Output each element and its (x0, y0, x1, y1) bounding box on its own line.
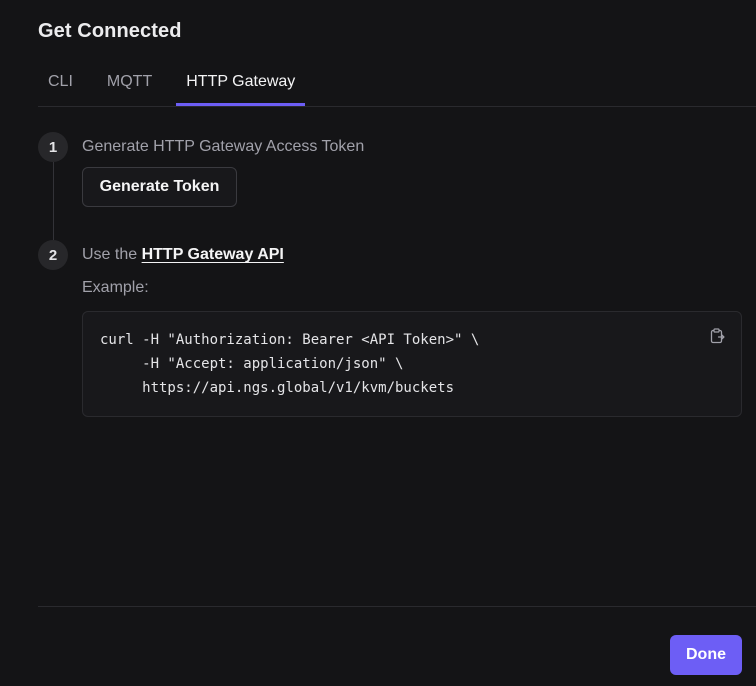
dialog-title: Get Connected (38, 20, 182, 42)
step-2-text-prefix: Use the (82, 246, 142, 263)
generate-token-button[interactable]: Generate Token (82, 167, 237, 207)
code-line: https://api.ngs.global/v1/kvm/buckets (100, 380, 455, 396)
tab-bar: CLI MQTT HTTP Gateway (38, 58, 756, 107)
step-connector-line (53, 162, 54, 240)
code-line: curl -H "Authorization: Bearer <API Toke… (100, 332, 480, 348)
code-block: curl -H "Authorization: Bearer <API Toke… (82, 311, 742, 417)
footer-divider (38, 606, 756, 607)
clipboard-icon[interactable] (709, 328, 725, 344)
tab-cli[interactable]: CLI (38, 58, 83, 105)
tab-http-gateway[interactable]: HTTP Gateway (176, 58, 306, 106)
step-1-number: 1 (38, 132, 68, 162)
tab-mqtt[interactable]: MQTT (97, 58, 162, 105)
code-line: -H "Accept: application/json" \ (100, 356, 404, 372)
example-label: Example: (82, 279, 149, 296)
http-gateway-api-link[interactable]: HTTP Gateway API (142, 246, 284, 263)
step-2-text: Use the HTTP Gateway API (82, 246, 284, 264)
done-button[interactable]: Done (670, 635, 742, 675)
step-2-number: 2 (38, 240, 68, 270)
step-1-text: Generate HTTP Gateway Access Token (82, 138, 365, 155)
